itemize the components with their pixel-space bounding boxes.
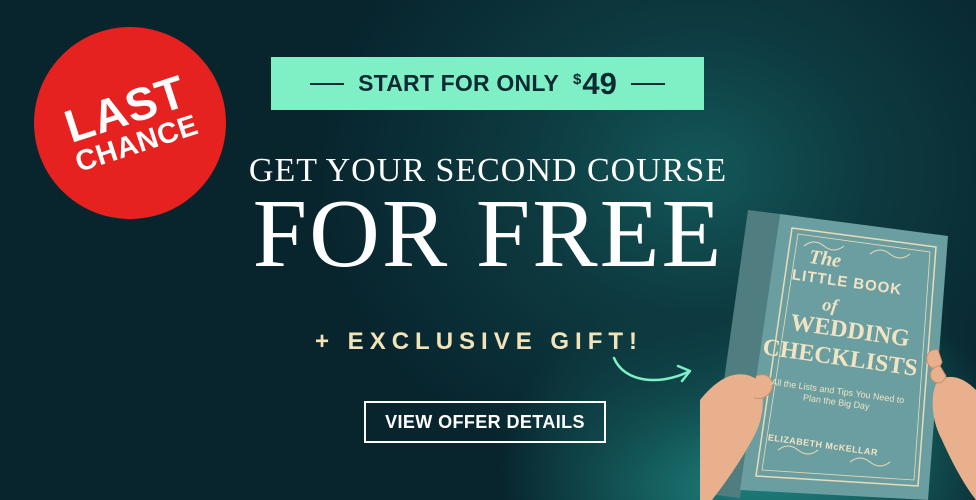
view-offer-details-button[interactable]: VIEW OFFER DETAILS: [364, 401, 606, 443]
curved-arrow-icon: [612, 356, 692, 383]
pill-price: $ 49: [573, 68, 617, 99]
promo-banner[interactable]: LAST CHANCE START FOR ONLY $ 49 GET YOUR…: [0, 0, 976, 500]
pill-text: START FOR ONLY: [358, 70, 560, 96]
pill-amount: 49: [582, 66, 617, 101]
pill-currency: $: [573, 71, 582, 88]
book-image: The LITTLE BOOK of WEDDING CHECKLISTS Al…: [700, 200, 976, 500]
pill-left-dash: [310, 82, 345, 85]
price-pill: START FOR ONLY $ 49: [271, 57, 704, 110]
pill-right-dash: [630, 82, 665, 85]
